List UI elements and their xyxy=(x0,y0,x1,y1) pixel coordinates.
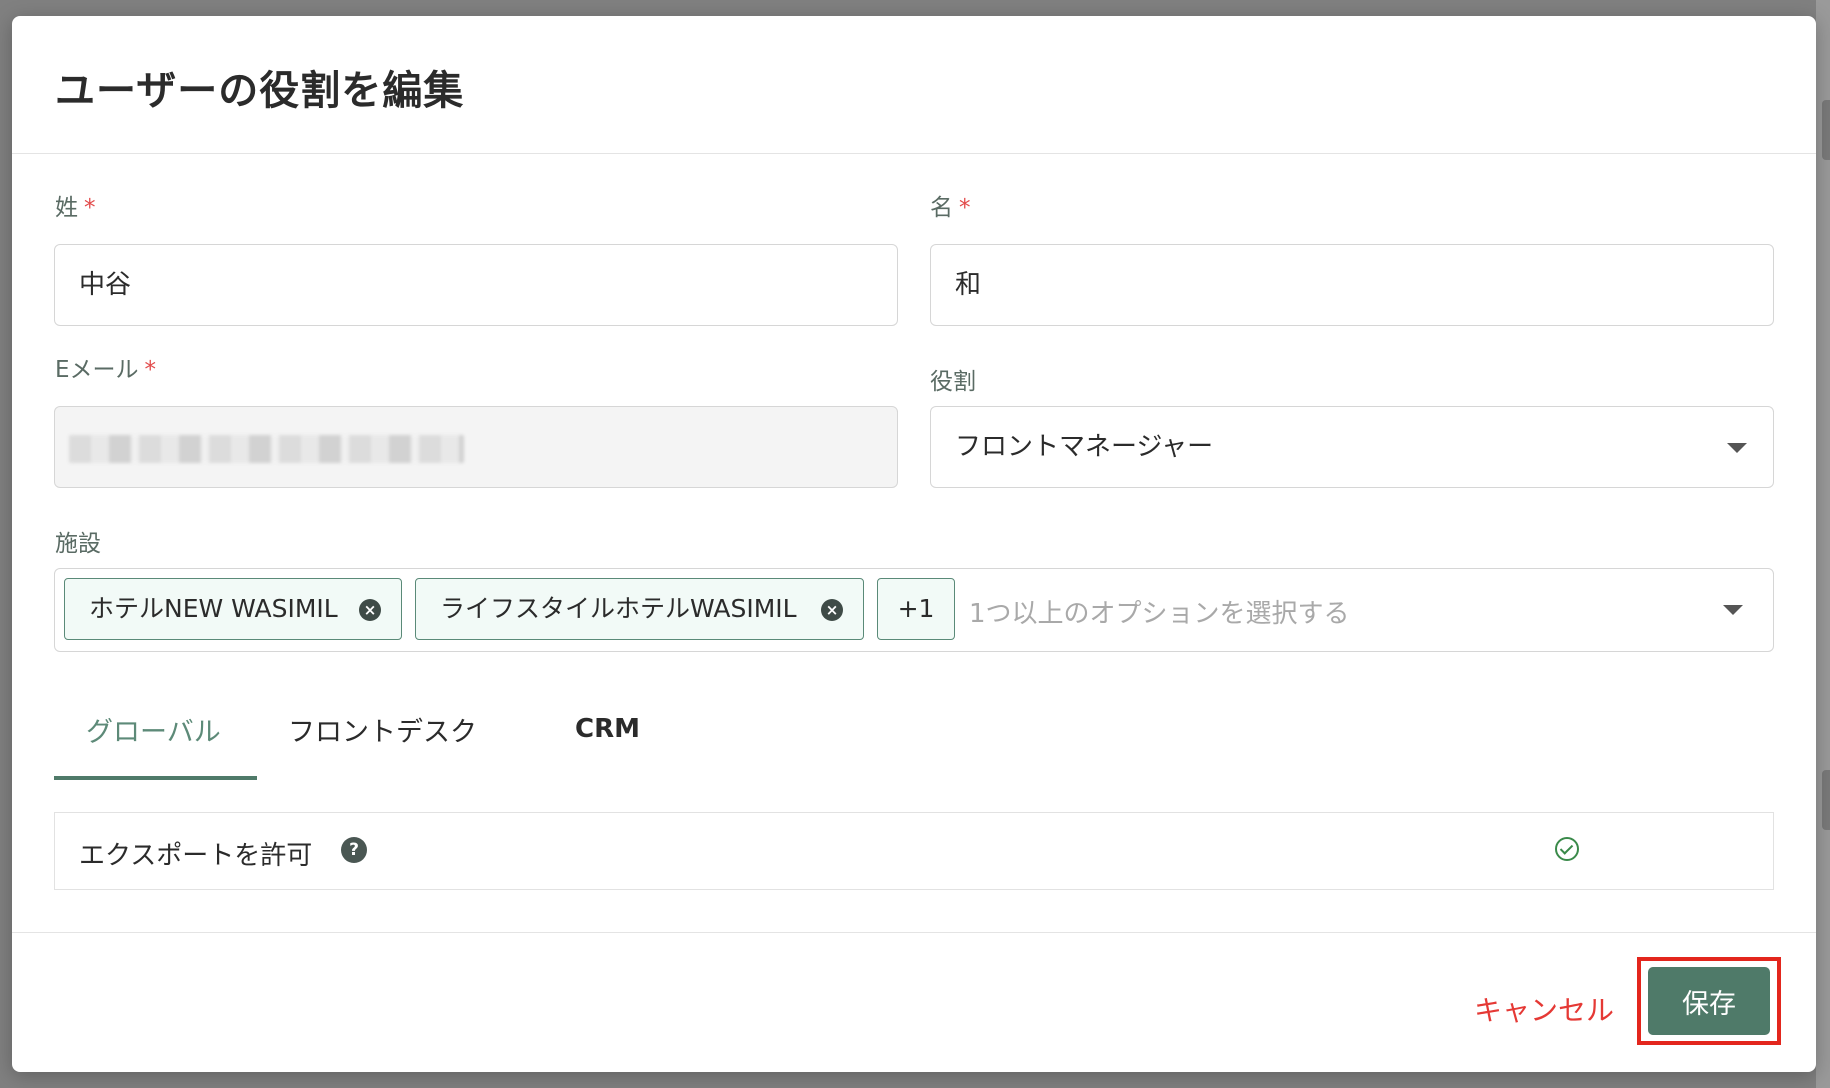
dialog-footer: キャンセル 保存 xyxy=(12,932,1816,1072)
tab-front-desk[interactable]: フロントデスク xyxy=(288,710,477,749)
check-circle-icon[interactable] xyxy=(1555,837,1579,861)
redacted-email xyxy=(69,435,464,463)
first-name-value: 和 xyxy=(955,270,982,300)
facility-chip-label: ホテルNEW WASIMIL xyxy=(89,594,338,623)
tab-crm[interactable]: CRM xyxy=(575,714,640,744)
role-selected-value: フロントマネージャー xyxy=(955,432,1214,462)
facilities-multiselect[interactable]: ホテルNEW WASIMIL × ライフスタイルホテルWASIMIL × +1 … xyxy=(54,568,1774,652)
facility-chip: ライフスタイルホテルWASIMIL × xyxy=(415,578,864,640)
close-icon[interactable]: × xyxy=(359,599,381,621)
facilities-label: 施設 xyxy=(55,531,101,557)
edit-user-role-dialog: ユーザーの役割を編集 姓 * 中谷 名 * 和 Eメール * 役割 フロントマネージャ… xyxy=(12,16,1816,1072)
cancel-button[interactable]: キャンセル xyxy=(1474,989,1614,1029)
first-name-label: 名 * xyxy=(930,195,971,221)
email-label: Eメール * xyxy=(55,357,157,383)
chevron-down-icon xyxy=(1727,443,1747,453)
role-select[interactable]: フロントマネージャー xyxy=(930,406,1774,488)
chevron-down-icon[interactable] xyxy=(1723,605,1743,615)
required-mark: * xyxy=(959,195,971,221)
close-icon[interactable]: × xyxy=(821,599,843,621)
background-edge xyxy=(1816,0,1830,1088)
dialog-header: ユーザーの役割を編集 xyxy=(12,16,1816,154)
required-mark: * xyxy=(84,195,96,221)
more-facilities-chip[interactable]: +1 xyxy=(877,578,955,640)
background-handle xyxy=(1822,770,1830,830)
last-name-label: 姓 * xyxy=(55,195,96,221)
permission-row: エクスポートを許可 ? xyxy=(54,812,1774,890)
save-button[interactable]: 保存 xyxy=(1648,967,1770,1035)
first-name-input[interactable]: 和 xyxy=(930,244,1774,326)
email-input xyxy=(54,406,898,488)
save-button-highlight: 保存 xyxy=(1637,957,1781,1045)
active-tab-indicator xyxy=(54,776,257,780)
permission-label: エクスポートを許可 xyxy=(79,841,313,871)
facility-chip: ホテルNEW WASIMIL × xyxy=(64,578,402,640)
required-mark: * xyxy=(144,357,157,383)
last-name-input[interactable]: 中谷 xyxy=(54,244,898,326)
last-name-value: 中谷 xyxy=(79,270,132,300)
dialog-title: ユーザーの役割を編集 xyxy=(55,68,465,114)
facility-chip-label: ライフスタイルホテルWASIMIL xyxy=(440,594,797,623)
role-label: 役割 xyxy=(930,369,976,395)
facilities-placeholder: 1つ以上のオプションを選択する xyxy=(969,599,1350,629)
help-icon[interactable]: ? xyxy=(341,837,367,863)
tab-global[interactable]: グローバル xyxy=(86,710,221,749)
background-handle xyxy=(1822,100,1830,160)
